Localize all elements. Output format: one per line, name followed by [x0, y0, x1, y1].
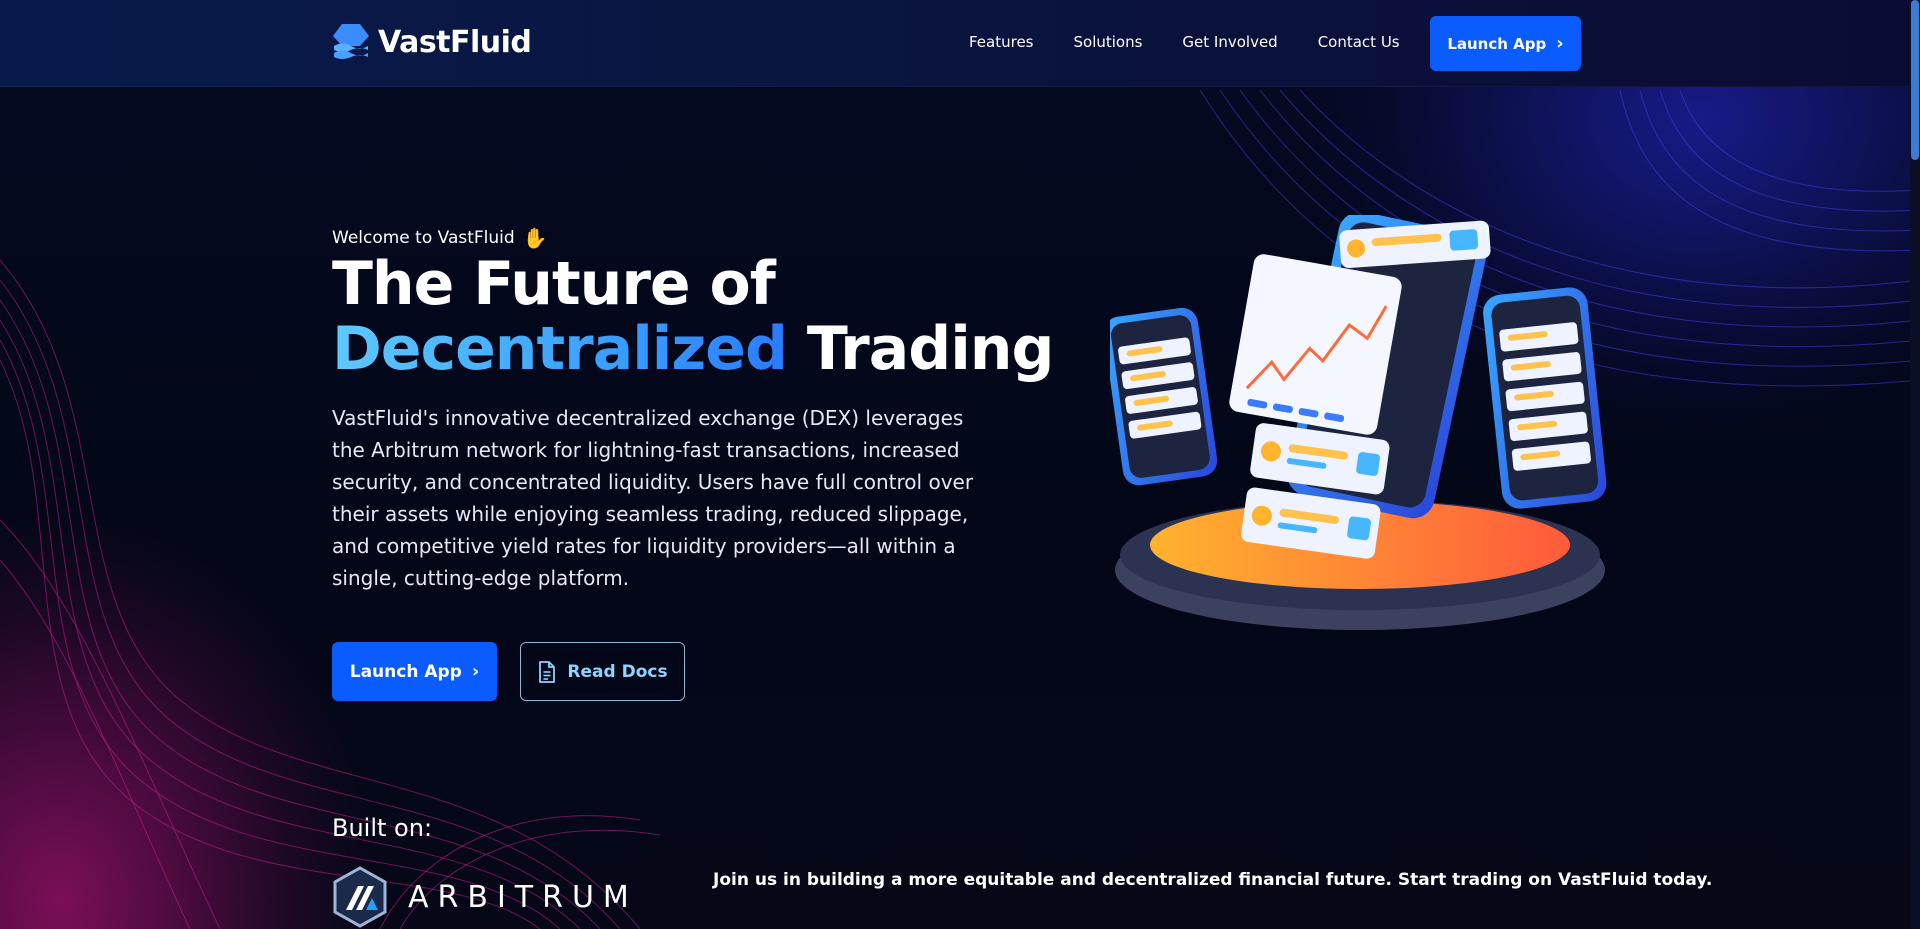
read-docs-button[interactable]: Read Docs [520, 642, 685, 701]
vastfluid-logo-icon [333, 24, 369, 59]
nav-links: Features Solutions Get Involved Contact … [969, 33, 1400, 51]
nav-link-solutions[interactable]: Solutions [1074, 33, 1143, 51]
scrollbar-thumb[interactable] [1911, 0, 1919, 160]
nav-launch-app-label: Launch App [1447, 34, 1547, 53]
top-navigation-bar: VastFluid Features Solutions Get Involve… [0, 0, 1920, 87]
chevron-right-icon: › [471, 660, 480, 682]
document-icon [539, 660, 556, 683]
closing-call-to-action: Join us in building a more equitable and… [713, 870, 1713, 890]
hero-illustration-phones [1103, 211, 1610, 635]
hero-title-accent: Decentralized [332, 314, 788, 384]
nav-link-features[interactable]: Features [969, 33, 1034, 51]
welcome-tagline: Welcome to VastFluid ✋ [332, 226, 548, 250]
hero-title: The Future of Decentralized Trading [332, 249, 1055, 384]
arbitrum-logo[interactable]: ARBITRUM [332, 866, 638, 928]
hero-launch-app-button[interactable]: Launch App › [332, 642, 497, 701]
chevron-right-icon: › [1556, 32, 1564, 54]
built-on-label: Built on: [332, 814, 433, 842]
waving-hand-icon: ✋ [522, 226, 548, 250]
nav-launch-app-button[interactable]: Launch App › [1430, 16, 1581, 71]
welcome-text: Welcome to VastFluid [332, 228, 515, 248]
trading-phones-illustration [1103, 211, 1607, 630]
hero-title-line1: The Future of [332, 249, 776, 319]
brand-name: VastFluid [378, 24, 532, 60]
hero-description: VastFluid's innovative decentralized exc… [332, 406, 974, 590]
nav-link-get-involved[interactable]: Get Involved [1182, 33, 1277, 51]
brand-logo[interactable]: VastFluid [332, 22, 532, 62]
arbitrum-wordmark: ARBITRUM [408, 879, 638, 915]
read-docs-label: Read Docs [567, 661, 668, 682]
nav-link-contact-us[interactable]: Contact Us [1318, 33, 1400, 51]
arbitrum-logo-icon [333, 866, 387, 928]
hero-launch-app-label: Launch App [349, 661, 462, 682]
page-scrollbar[interactable] [1910, 0, 1920, 929]
hero-title-rest: Trading [806, 314, 1055, 384]
